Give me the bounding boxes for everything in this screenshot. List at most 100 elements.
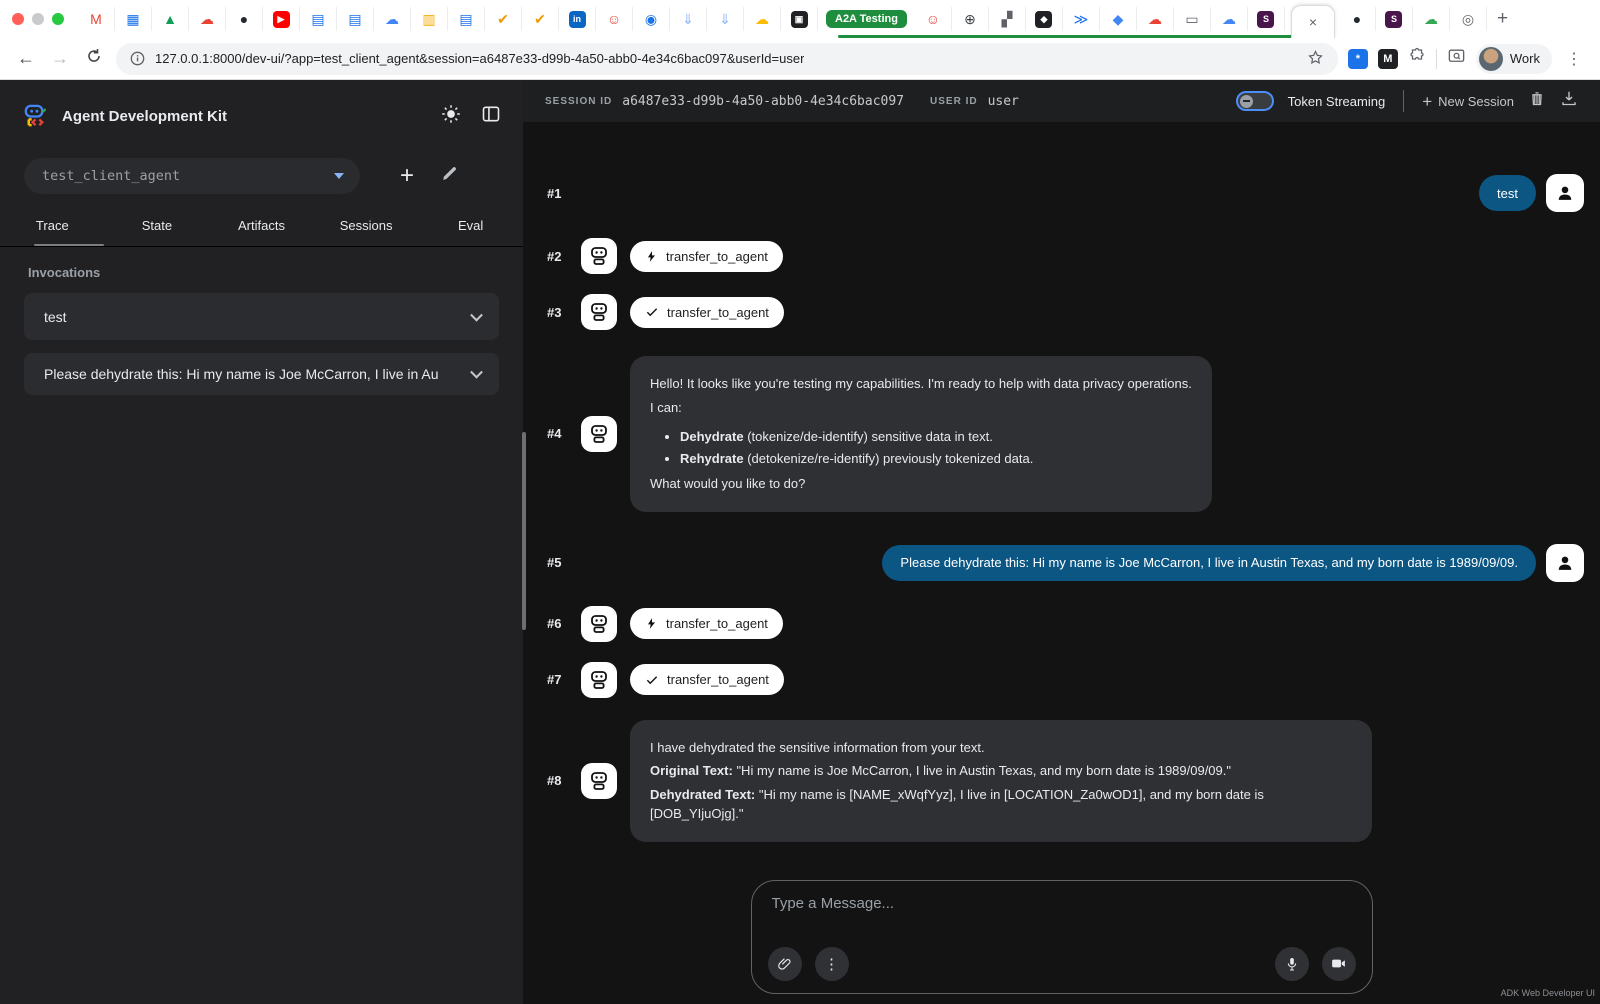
tool-call-chip[interactable]: transfer_to_agent [630,608,783,639]
minimize-window-button[interactable] [32,13,44,25]
group-tab-globe[interactable]: ⊕ [952,7,989,31]
attach-file-button[interactable] [767,946,802,981]
tab-artifacts[interactable]: Artifacts [209,218,314,233]
pinned-tab-docs[interactable]: ▤ [448,7,485,31]
tool-response-chip[interactable]: transfer_to_agent [630,664,784,695]
globe-icon: ⊕ [964,11,976,27]
event-row-1: #1 test [523,174,1600,212]
reload-icon[interactable] [82,48,106,69]
tool-name: transfer_to_agent [666,616,768,631]
forward-icon[interactable]: → [48,48,72,69]
tab-cloud[interactable]: ☁ [1413,7,1450,31]
more-options-button[interactable]: ⋮ [814,946,849,981]
active-tab[interactable]: × [1290,5,1335,38]
pinned-tab-drive[interactable]: ▲ [152,7,189,31]
tab-sessions[interactable]: Sessions [314,218,419,233]
browser-menu-icon[interactable]: ⋮ [1562,49,1586,69]
token-streaming-toggle[interactable] [1235,91,1274,111]
pinned-tab-gmail[interactable]: M [78,7,115,31]
pinned-tab-github[interactable]: ● [226,7,263,31]
chat-pane: SESSION ID a6487e33-d99b-4a50-abb0-4e34c… [523,80,1600,1004]
theme-toggle-icon[interactable] [441,104,461,129]
group-tab-cloud[interactable]: ☁ [1137,7,1174,31]
pinned-tab-capture[interactable]: ▣ [781,7,818,31]
extension-icon[interactable]: * [1347,48,1368,69]
message-paragraph: Hello! It looks like you're testing my c… [650,376,1192,391]
pinned-tab-check[interactable]: ✔ [485,7,522,31]
pinned-tab-cloud[interactable]: ☁ [374,7,411,31]
group-tab-robot[interactable]: ☺ [915,7,952,31]
pinned-tab-linkedin[interactable]: in [559,7,596,31]
site-info-icon[interactable] [130,51,145,66]
new-agent-button[interactable]: + [400,164,414,188]
extensions-puzzle-icon[interactable] [1408,47,1426,70]
delete-session-icon[interactable] [1528,89,1546,113]
pinned-tab-profile[interactable]: ◉ [633,7,670,31]
url-text[interactable]: 127.0.0.1:8000/dev-ui/?app=test_client_a… [155,51,804,66]
microphone-button[interactable] [1274,946,1309,981]
collapse-panel-icon[interactable] [481,104,501,129]
event-row-4: #4 Hello! It looks like you're testing m… [523,356,1600,512]
pinned-tab-youtube[interactable]: ▶ [263,7,300,31]
new-session-button[interactable]: + New Session [1422,93,1514,110]
address-bar[interactable]: 127.0.0.1:8000/dev-ui/?app=test_client_a… [116,42,1338,75]
pinned-tab-download[interactable]: ⇓ [670,7,707,31]
tab-group-label[interactable]: A2A Testing [826,10,907,28]
tab-github[interactable]: ● [1339,7,1376,31]
browser-tab-strip: M ▦ ▲ ☁ ● ▶ ▤ ▤ ☁ ▥ ▤ ✔ ✔ in ☺ ◉ ⇓ ⇓ ☁ ▣… [0,0,1600,38]
agent-select[interactable]: test_client_agent [24,158,360,194]
cloud-icon: ☁ [755,11,769,27]
tab-eval[interactable]: Eval [418,218,523,233]
event-number: #4 [547,426,562,442]
pinned-tab-check[interactable]: ✔ [522,7,559,31]
invocation-item[interactable]: test [24,293,499,340]
group-tab-drop[interactable]: ◆ [1026,7,1063,31]
new-tab-button[interactable]: + [1497,8,1508,30]
tab-trace[interactable]: Trace [0,218,105,233]
search-tabs-icon[interactable] [1447,47,1466,71]
group-tab-play[interactable]: ≫ [1063,7,1100,31]
sidebar-header: Agent Development Kit [0,80,523,152]
tool-response-chip[interactable]: transfer_to_agent [630,296,784,328]
group-tab-slack[interactable]: S [1248,7,1285,31]
tool-call-chip[interactable]: transfer_to_agent [630,240,783,272]
invocation-item[interactable]: Please dehydrate this: Hi my name is Joe… [24,353,499,395]
extension-icon[interactable]: M [1377,48,1398,69]
back-icon[interactable]: ← [14,48,38,69]
close-window-button[interactable] [12,13,24,25]
group-tab-monitor[interactable]: ▭ [1174,7,1211,31]
group-tab-cloud[interactable]: ☁ [1211,7,1248,31]
gmail-icon: M [90,11,102,27]
user-message-bubble: Please dehydrate this: Hi my name is Joe… [882,544,1536,581]
tab-settings[interactable]: ◎ [1450,7,1487,31]
sparkle-icon: ◆ [1112,11,1124,27]
pinned-tab-calendar[interactable]: ▦ [115,7,152,31]
close-tab-icon[interactable]: × [1309,14,1317,30]
chat-scroll-area[interactable]: #1 test #2 transfer_to_agent #3 transfer… [523,122,1600,1004]
export-session-icon[interactable] [1560,89,1578,113]
scrollbar-thumb[interactable] [522,432,526,630]
pinned-tab-docs[interactable]: ▤ [300,7,337,31]
tab-slack[interactable]: S [1376,7,1413,31]
chevron-down-icon [470,308,483,322]
message-input-box[interactable]: ⋮ [750,879,1373,994]
pinned-tab-slides[interactable]: ▥ [411,7,448,31]
bookmark-star-icon[interactable] [1307,49,1324,69]
zoom-window-button[interactable] [52,13,64,25]
pinned-tab-download[interactable]: ⇓ [707,7,744,31]
edit-agent-icon[interactable] [440,164,459,188]
list-item: Dehydrate (tokenize/de-identify) sensiti… [680,427,1192,447]
group-tab-qr[interactable]: ▞ [989,7,1026,31]
pinned-tab-docs[interactable]: ▤ [337,7,374,31]
pinned-tab-cloud[interactable]: ☁ [744,7,781,31]
docs-icon: ▤ [348,11,362,27]
tab-state[interactable]: State [105,218,210,233]
video-button[interactable] [1321,946,1356,981]
pinned-tab-cloud[interactable]: ☁ [189,7,226,31]
profile-icon: ◉ [644,11,658,27]
pinned-tab-robot[interactable]: ☺ [596,7,633,31]
group-tab-sparkle[interactable]: ◆ [1100,7,1137,31]
browser-profile-chip[interactable]: Work [1475,43,1552,74]
message-input[interactable] [771,894,1332,935]
agent-select-value: test_client_agent [42,168,181,184]
